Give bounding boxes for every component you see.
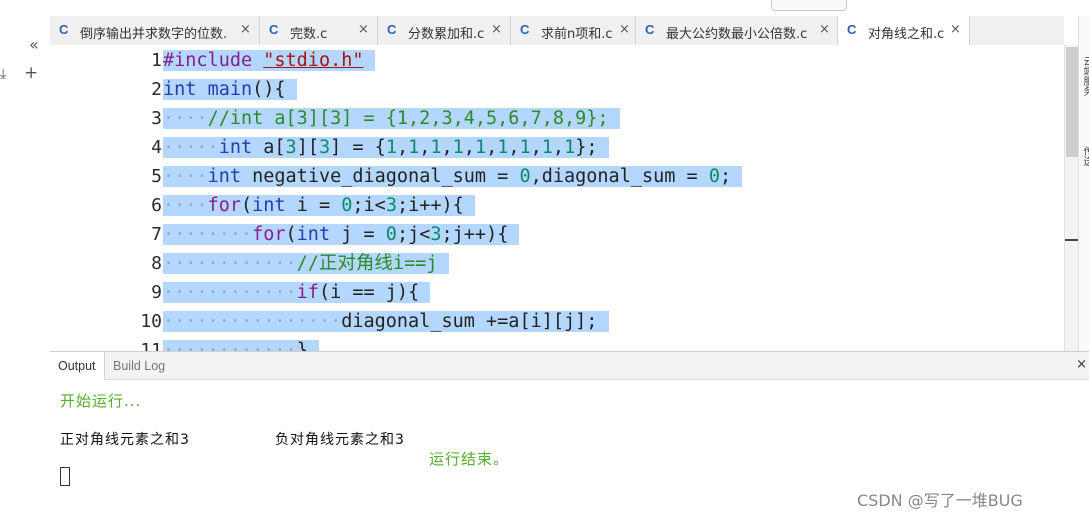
close-icon[interactable]: × [819, 22, 830, 37]
line-number: 10 [140, 311, 162, 332]
close-icon[interactable]: × [358, 22, 369, 37]
close-icon[interactable]: × [1076, 357, 1087, 372]
tab-file-4[interactable]: C 求前n项和.c × [511, 16, 636, 45]
code-line: ····int negative_diagonal_sum = 0,diagon… [163, 162, 743, 191]
collapse-icon[interactable]: « [29, 37, 39, 53]
tab-label: 分数累加和.c [408, 27, 485, 42]
code-line: #include "stdio.h" [163, 46, 375, 75]
code-line: ············//正对角线i==j [163, 249, 449, 278]
line-number-gutter: 1 2 3 4 5 6 7 8 9 10 11 [50, 45, 162, 351]
selected-code: ············if(i == j){ [163, 282, 431, 303]
c-file-icon: C [520, 22, 530, 37]
search-box[interactable] [771, 0, 847, 11]
negative-diagonal-result: 负对角线元素之和3 [275, 432, 405, 448]
scroll-marker [1065, 239, 1079, 241]
selected-code: #include "stdio.h" [163, 50, 375, 71]
line-number: 6 [151, 195, 162, 216]
right-side-panel: 云端服务 传送 [1078, 16, 1089, 356]
tab-file-2[interactable]: C 完数.c × [260, 16, 378, 45]
tab-label: 最大公约数最小公倍数.c [666, 27, 808, 42]
close-icon[interactable]: × [240, 22, 251, 37]
code-line: ················diagonal_sum +=a[i][j]; [163, 307, 609, 336]
run-start-text: 开始运行... [60, 392, 142, 410]
selected-code: ············} [163, 340, 319, 351]
line-number: 5 [151, 166, 162, 187]
diagonal-result: 正对角线元素之和3 [60, 432, 190, 448]
tab-label: 倒序输出并求数字的位数. [80, 27, 228, 42]
tab-file-5[interactable]: C 最大公约数最小公倍数.c × [636, 16, 838, 45]
selected-code: ················diagonal_sum +=a[i][j]; [163, 311, 609, 332]
code-line: ····for(int i = 0;i<3;i++){ [163, 191, 475, 220]
vertical-scrollbar[interactable] [1064, 45, 1079, 351]
line-number: 3 [151, 108, 162, 129]
code-line: ····//int a[3][3] = {1,2,3,4,5,6,7,8,9}; [163, 104, 620, 133]
selected-code: ·····int a[3][3] = {1,1,1,1,1,1,1,1,1}; [163, 137, 609, 158]
run-end-text: 运行结束。 [429, 450, 510, 468]
selected-code: ············//正对角线i==j [163, 253, 449, 274]
line-number: 4 [151, 137, 162, 158]
line-number: 8 [151, 253, 162, 274]
tab-output[interactable]: Output [50, 352, 105, 380]
code-line: ············} [163, 336, 319, 351]
download-icon[interactable]: ⤓ [0, 66, 6, 82]
tab-build-log[interactable]: Build Log [105, 352, 173, 380]
tab-file-active[interactable]: C 对角线之和.c × [838, 16, 970, 46]
code-line: ············if(i == j){ [163, 278, 431, 307]
line-number: 11 [140, 340, 162, 351]
code-line: ········for(int j = 0;j<3;j++){ [163, 220, 520, 249]
line-number: 1 [151, 50, 162, 71]
selected-code: ····int negative_diagonal_sum = 0,diagon… [163, 166, 743, 187]
c-file-icon: C [387, 22, 397, 37]
line-number: 2 [151, 79, 162, 100]
editor-tab-bar: C 倒序输出并求数字的位数. × C 完数.c × C 分数累加和.c × C … [50, 16, 1064, 46]
tab-label: 完数.c [290, 27, 328, 42]
tab-file-1[interactable]: C 倒序输出并求数字的位数. × [50, 16, 260, 45]
add-icon[interactable]: + [24, 63, 38, 83]
selected-code: int main(){ [163, 79, 297, 100]
tab-label: 求前n项和.c [541, 27, 613, 42]
console-cursor [60, 467, 70, 486]
close-icon[interactable]: × [619, 22, 630, 37]
selected-code: ····//int a[3][3] = {1,2,3,4,5,6,7,8,9}; [163, 108, 620, 129]
code-line: ·····int a[3][3] = {1,1,1,1,1,1,1,1,1}; [163, 133, 609, 162]
c-file-icon: C [59, 22, 69, 37]
c-file-icon: C [847, 22, 857, 37]
line-number: 9 [151, 282, 162, 303]
left-toolbar: « ⤓ + [0, 16, 51, 517]
selected-code: ····for(int i = 0;i<3;i++){ [163, 195, 475, 216]
tab-label: 对角线之和.c [868, 27, 945, 42]
c-file-icon: C [645, 22, 655, 37]
selected-code: ········for(int j = 0;j<3;j++){ [163, 224, 520, 245]
cloud-service-tab[interactable]: 云端服务 [1079, 56, 1089, 96]
output-tab-bar: Output Build Log × [50, 351, 1089, 380]
c-file-icon: C [269, 22, 279, 37]
tab-file-3[interactable]: C 分数累加和.c × [378, 16, 511, 45]
watermark: CSDN @写了一堆BUG [857, 491, 1023, 510]
close-icon[interactable]: × [950, 22, 961, 37]
close-icon[interactable]: × [491, 22, 502, 37]
line-number: 7 [151, 224, 162, 245]
code-line: int main(){ [163, 75, 297, 104]
scrollbar-thumb[interactable] [1066, 47, 1078, 157]
transfer-tab[interactable]: 传送 [1079, 146, 1089, 166]
code-editor[interactable]: 1 2 3 4 5 6 7 8 9 10 11 #include "stdio.… [50, 45, 1064, 351]
top-strip [0, 0, 1089, 16]
